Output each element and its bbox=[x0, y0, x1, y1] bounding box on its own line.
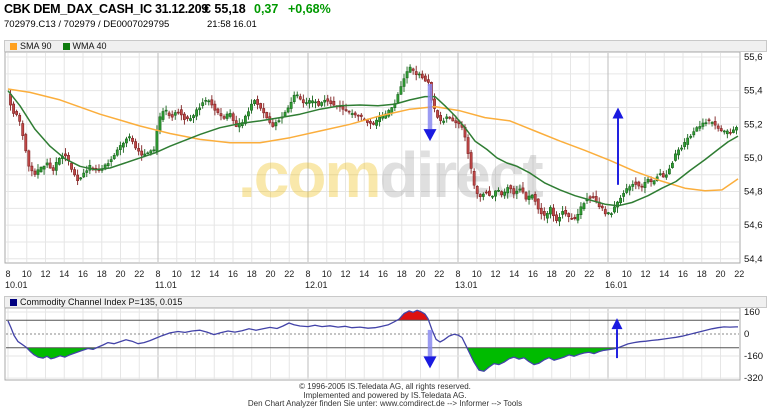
svg-text:14: 14 bbox=[59, 269, 69, 279]
cci-legend-swatch-icon bbox=[10, 298, 17, 306]
svg-text:12: 12 bbox=[640, 269, 650, 279]
svg-text:-160: -160 bbox=[744, 351, 763, 362]
svg-text:12: 12 bbox=[490, 269, 500, 279]
svg-text:12: 12 bbox=[190, 269, 200, 279]
svg-text:55,6: 55,6 bbox=[744, 52, 763, 63]
main-chart-legend: SMA 90 WMA 40 bbox=[4, 40, 767, 52]
svg-text:18: 18 bbox=[247, 269, 257, 279]
svg-text:20: 20 bbox=[715, 269, 725, 279]
svg-text:.comdirect: .comdirect bbox=[238, 139, 543, 211]
svg-text:16: 16 bbox=[528, 269, 538, 279]
svg-text:20: 20 bbox=[265, 269, 275, 279]
wma40-legend-label: WMA 40 bbox=[72, 41, 107, 51]
svg-text:54,4: 54,4 bbox=[744, 254, 763, 265]
svg-text:8: 8 bbox=[5, 269, 10, 279]
svg-text:160: 160 bbox=[744, 307, 760, 318]
svg-text:10: 10 bbox=[622, 269, 632, 279]
svg-text:54,6: 54,6 bbox=[744, 220, 763, 231]
svg-text:16: 16 bbox=[228, 269, 238, 279]
sma90-legend-swatch-icon bbox=[10, 42, 17, 50]
svg-text:22: 22 bbox=[734, 269, 744, 279]
svg-text:14: 14 bbox=[659, 269, 669, 279]
footer-analyzer-hint: Den Chart Analyzer finden Sie unter: www… bbox=[247, 399, 523, 409]
svg-text:18: 18 bbox=[697, 269, 707, 279]
svg-text:12: 12 bbox=[40, 269, 50, 279]
svg-text:16: 16 bbox=[78, 269, 88, 279]
svg-text:13.01: 13.01 bbox=[455, 280, 478, 290]
svg-text:55,4: 55,4 bbox=[744, 86, 763, 97]
svg-text:20: 20 bbox=[415, 269, 425, 279]
cci-legend-label: Commodity Channel Index P=135, 0.015 bbox=[20, 297, 183, 307]
chart-page: CBK DEM_DAX_CASH_IC 31.12.209 € 55,18 0,… bbox=[0, 0, 770, 410]
svg-text:12.01: 12.01 bbox=[305, 280, 328, 290]
svg-text:14: 14 bbox=[509, 269, 519, 279]
svg-text:22: 22 bbox=[284, 269, 294, 279]
svg-text:10: 10 bbox=[322, 269, 332, 279]
svg-text:14: 14 bbox=[359, 269, 369, 279]
svg-text:16: 16 bbox=[378, 269, 388, 279]
svg-text:0: 0 bbox=[744, 329, 749, 340]
svg-text:8: 8 bbox=[305, 269, 310, 279]
wma40-legend-swatch-icon bbox=[62, 42, 70, 50]
svg-text:18: 18 bbox=[97, 269, 107, 279]
svg-text:14: 14 bbox=[209, 269, 219, 279]
svg-text:12: 12 bbox=[340, 269, 350, 279]
svg-text:55,2: 55,2 bbox=[744, 119, 763, 130]
svg-text:8: 8 bbox=[155, 269, 160, 279]
svg-text:18: 18 bbox=[397, 269, 407, 279]
svg-text:10: 10 bbox=[472, 269, 482, 279]
svg-text:54,8: 54,8 bbox=[744, 187, 763, 198]
svg-text:10.01: 10.01 bbox=[5, 280, 28, 290]
svg-text:20: 20 bbox=[565, 269, 575, 279]
svg-text:20: 20 bbox=[115, 269, 125, 279]
svg-text:22: 22 bbox=[434, 269, 444, 279]
svg-text:22: 22 bbox=[134, 269, 144, 279]
svg-text:8: 8 bbox=[605, 269, 610, 279]
cci-legend: Commodity Channel Index P=135, 0.015 bbox=[4, 296, 767, 308]
svg-text:10: 10 bbox=[22, 269, 32, 279]
footer: © 1996-2005 IS.Teledata AG, all rights r… bbox=[0, 382, 770, 409]
svg-text:22: 22 bbox=[584, 269, 594, 279]
sma90-legend-label: SMA 90 bbox=[20, 41, 52, 51]
chart-canvas: .comdirect55,655,455,255,054,854,654,48 1… bbox=[4, 51, 763, 384]
svg-text:16.01: 16.01 bbox=[605, 280, 628, 290]
svg-text:10: 10 bbox=[172, 269, 182, 279]
svg-text:8: 8 bbox=[455, 269, 460, 279]
svg-text:16: 16 bbox=[678, 269, 688, 279]
svg-text:55,0: 55,0 bbox=[744, 153, 763, 164]
svg-text:18: 18 bbox=[547, 269, 557, 279]
svg-text:11.01: 11.01 bbox=[155, 280, 177, 290]
